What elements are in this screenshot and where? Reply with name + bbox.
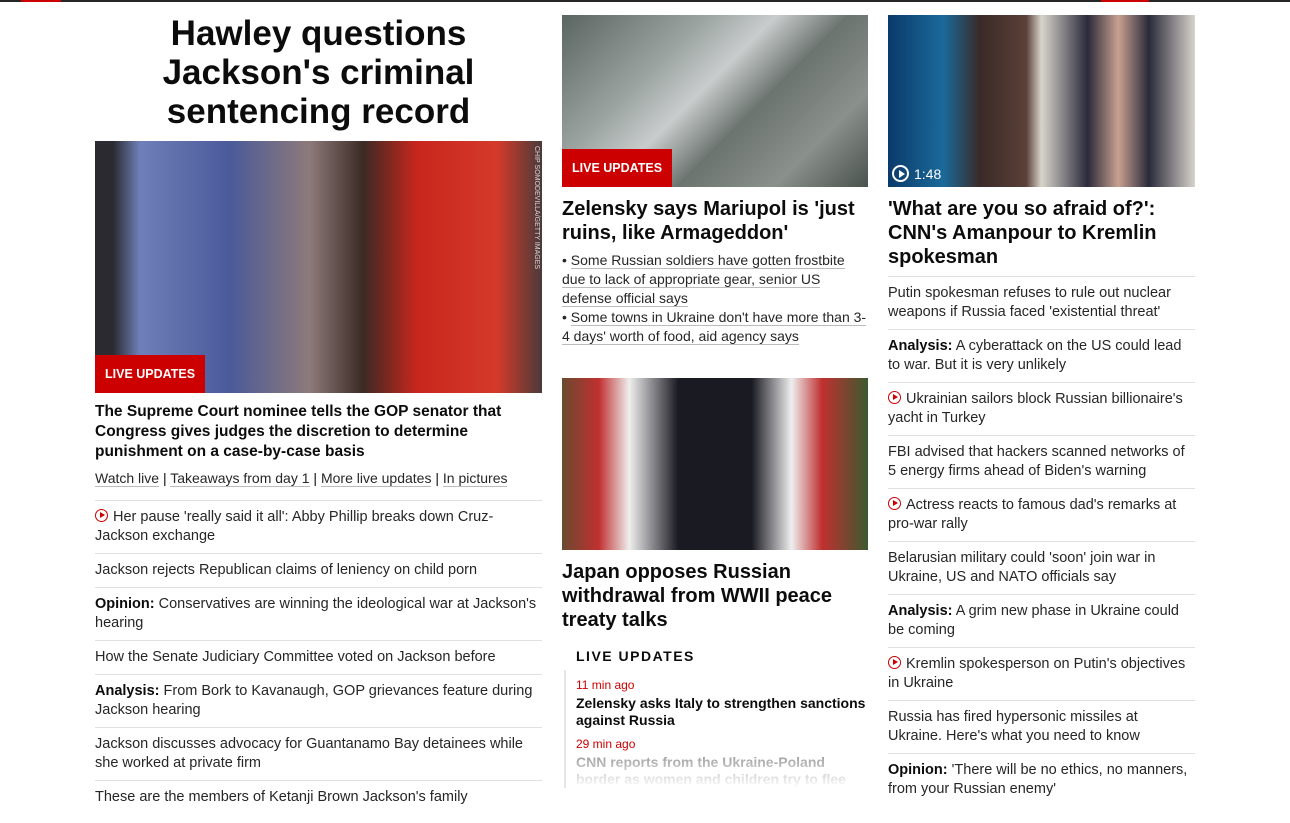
story-link[interactable]: Actress reacts to famous dad's remarks a… [888, 488, 1195, 541]
update-time: 11 min ago [576, 678, 635, 692]
story-link[interactable]: Putin spokesman refuses to rule out nucl… [888, 276, 1195, 329]
story-text: Putin spokesman refuses to rule out nucl… [888, 285, 1171, 320]
story-text: These are the members of Ketanji Brown J… [95, 789, 468, 805]
story-text: Jackson discusses advocacy for Guantanam… [95, 736, 523, 771]
live-badge: LIVE UPDATES [562, 149, 673, 187]
japan-image[interactable] [562, 378, 868, 550]
link-more-live[interactable]: More live updates [320, 470, 432, 487]
right-column: 1:48 'What are you so afraid of?': CNN's… [888, 0, 1195, 806]
lead-caption[interactable]: The Supreme Court nominee tells the GOP … [95, 402, 542, 462]
middle-column: LIVE UPDATES Zelensky says Mariupol is '… [562, 0, 868, 796]
story-link[interactable]: Analysis: A grim new phase in Ukraine co… [888, 594, 1195, 647]
story-link[interactable]: Belarusian military could 'soon' join wa… [888, 541, 1195, 594]
story-link[interactable]: How the Senate Judiciary Committee voted… [95, 640, 542, 674]
play-icon [95, 509, 108, 522]
lead-story-list: Her pause 'really said it all': Abby Phi… [95, 500, 542, 814]
story-text: Kremlin spokesperson on Putin's objectiv… [888, 656, 1186, 691]
story-link[interactable]: Russia has fired hypersonic missiles at … [888, 700, 1195, 753]
story-text: Conservatives are winning the ideologica… [95, 596, 537, 631]
story-label: Opinion: [888, 762, 948, 778]
story-text: How the Senate Judiciary Committee voted… [95, 649, 496, 665]
link-takeaways[interactable]: Takeaways from day 1 [170, 470, 310, 487]
story-link[interactable]: Jackson rejects Republican claims of len… [95, 553, 542, 587]
play-icon [892, 165, 909, 182]
play-icon [888, 497, 901, 510]
story-text: Russia has fired hypersonic missiles at … [888, 709, 1140, 744]
live-updates-title: LIVE UPDATES [576, 648, 695, 664]
right-story-list: Putin spokesman refuses to rule out nucl… [888, 276, 1195, 806]
story-text: From Bork to Kavanaugh, GOP grievances f… [95, 683, 533, 718]
link-watch-live[interactable]: Watch live [95, 470, 160, 487]
mariupol-bullets: • Some Russian soldiers have gotten fros… [562, 251, 868, 346]
story-link[interactable]: Opinion: Conservatives are winning the i… [95, 587, 542, 640]
lead-image[interactable]: CHIP SOMODEVILLA/GETTY IMAGES LIVE UPDAT… [95, 141, 542, 393]
play-icon [888, 656, 901, 669]
story-label: Analysis: [95, 683, 160, 699]
update-text[interactable]: CNN reports from the Ukraine-Poland bord… [576, 754, 868, 788]
live-badge: LIVE UPDATES [95, 355, 206, 393]
lead-headline[interactable]: Hawley questions Jackson's criminal sent… [95, 14, 542, 131]
bullet-link[interactable]: • Some towns in Ukraine don't have more … [562, 308, 868, 346]
mariupol-image[interactable]: LIVE UPDATES [562, 15, 868, 187]
story-link[interactable]: FBI advised that hackers scanned network… [888, 435, 1195, 488]
story-link[interactable]: Analysis: From Bork to Kavanaugh, GOP gr… [95, 674, 542, 727]
lead-links: Watch live | Takeaways from day 1 | More… [95, 470, 508, 487]
play-icon [888, 391, 901, 404]
amanpour-headline[interactable]: 'What are you so afraid of?': CNN's Aman… [888, 197, 1195, 269]
video-duration: 1:48 [892, 165, 941, 182]
story-link[interactable]: These are the members of Ketanji Brown J… [95, 780, 542, 814]
story-text: Belarusian military could 'soon' join wa… [888, 550, 1156, 585]
story-label: Opinion: [95, 596, 155, 612]
story-label: Analysis: [888, 338, 953, 354]
story-link[interactable]: Her pause 'really said it all': Abby Phi… [95, 500, 542, 553]
story-text: Ukrainian sailors block Russian billiona… [888, 391, 1183, 426]
story-text: Jackson rejects Republican claims of len… [95, 562, 478, 578]
bullet-link[interactable]: • Some Russian soldiers have gotten fros… [562, 251, 868, 308]
japan-headline[interactable]: Japan opposes Russian withdrawal from WW… [562, 560, 868, 632]
story-link[interactable]: Kremlin spokesperson on Putin's objectiv… [888, 647, 1195, 700]
update-time: 29 min ago [576, 737, 636, 751]
story-link[interactable]: Ukrainian sailors block Russian billiona… [888, 382, 1195, 435]
story-text: FBI advised that hackers scanned network… [888, 444, 1185, 479]
story-link[interactable]: Analysis: A cyberattack on the US could … [888, 329, 1195, 382]
photo-credit: CHIP SOMODEVILLA/GETTY IMAGES [533, 146, 540, 270]
mariupol-headline[interactable]: Zelensky says Mariupol is 'just ruins, l… [562, 197, 868, 245]
lead-column: Hawley questions Jackson's criminal sent… [95, 0, 542, 814]
story-link[interactable]: Opinion: 'There will be no ethics, no ma… [888, 753, 1195, 806]
amanpour-video-thumbnail[interactable]: 1:48 [888, 15, 1195, 187]
live-updates-feed: LIVE UPDATES 11 min ago Zelensky asks It… [562, 648, 868, 788]
story-text: Her pause 'really said it all': Abby Phi… [95, 509, 494, 544]
story-text: Actress reacts to famous dad's remarks a… [888, 497, 1177, 532]
story-link[interactable]: Jackson discusses advocacy for Guantanam… [95, 727, 542, 780]
link-pictures[interactable]: In pictures [442, 470, 508, 487]
story-label: Analysis: [888, 603, 953, 619]
update-text[interactable]: Zelensky asks Italy to strengthen sancti… [576, 695, 868, 729]
